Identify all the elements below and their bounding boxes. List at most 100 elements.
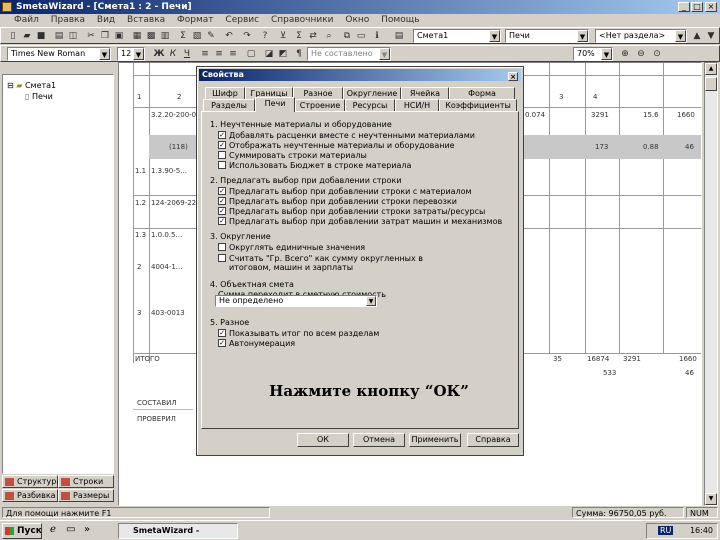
pages-icon[interactable]: ⧉ <box>341 30 353 42</box>
option-choice-costs[interactable]: ✓ Предлагать выбор при добавлении строки … <box>218 207 485 216</box>
vertical-scrollbar[interactable]: ▲ ▼ <box>704 62 718 506</box>
nav-up-icon[interactable]: ▲ <box>691 30 703 42</box>
scroll-up-icon[interactable]: ▲ <box>705 63 717 75</box>
tab-resources[interactable]: Ресурсы <box>345 99 395 111</box>
tab-rounding[interactable]: Округление <box>343 87 401 99</box>
close-icon[interactable]: × <box>508 72 518 81</box>
option-autonumbering[interactable]: ✓ Автонумерация <box>218 339 295 348</box>
checkbox[interactable]: ✓ <box>218 339 226 347</box>
align-right-icon[interactable]: ≡ <box>227 48 239 60</box>
start-button[interactable]: Пуск <box>2 523 42 539</box>
object-estimate-select[interactable]: Не определено ▼ <box>215 295 377 307</box>
style-icon[interactable]: ¶ <box>293 48 305 60</box>
taskbar-app-button[interactable]: SmetaWizard - [Смет... <box>118 523 238 539</box>
borders-icon[interactable]: ▢ <box>245 48 257 60</box>
estimate-select[interactable]: Смета1 ▼ <box>413 29 501 43</box>
checkbox[interactable]: ✓ <box>218 329 226 337</box>
checkbox[interactable]: ✓ <box>218 197 226 205</box>
font-size-select[interactable]: 12 ▼ <box>117 47 145 61</box>
ie-icon[interactable]: ℯ <box>50 524 56 535</box>
italic-icon[interactable]: К <box>167 48 179 60</box>
tab-cell[interactable]: Ячейка <box>401 87 449 99</box>
option-sum-materials[interactable]: Суммировать строки материалы <box>218 151 367 160</box>
tab-form[interactable]: Форма <box>449 87 515 99</box>
title-bar[interactable]: SmetaWizard - [Смета1 : 2 - Печи] <box>0 0 720 14</box>
tab-cipher[interactable]: Шифр <box>205 87 245 99</box>
bold-sigma-icon[interactable]: Σ <box>293 30 305 42</box>
tree-root[interactable]: ⊟ ▰ Смета1 <box>7 81 56 91</box>
option-total-rounded[interactable]: Считать "Гр. Всего" как сумму округленны… <box>218 254 438 272</box>
tree-item-pechi[interactable]: ▯ Печи <box>25 92 53 102</box>
tab-nsi[interactable]: НСИ/Н <box>395 99 439 111</box>
tab-coefficients[interactable]: Коэффициенты <box>439 99 517 111</box>
menu-window[interactable]: Окно <box>345 15 369 25</box>
menu-service[interactable]: Сервис <box>225 15 259 25</box>
minimize-icon[interactable]: _ <box>678 2 690 12</box>
tab-pechi[interactable]: Печи <box>255 97 295 112</box>
cancel-button[interactable]: Отмена <box>353 433 405 447</box>
chevron-down-icon[interactable]: ▼ <box>601 48 612 60</box>
align-left-icon[interactable]: ≡ <box>199 48 211 60</box>
sum-icon[interactable]: Σ <box>177 30 189 42</box>
tab-breakdown[interactable]: Разбивка <box>2 489 58 502</box>
info-icon[interactable]: ℹ <box>371 30 383 42</box>
help-button[interactable]: Справка <box>467 433 519 447</box>
section-select[interactable]: Печи ▼ <box>505 29 589 43</box>
open-folder-icon[interactable]: ▰ <box>21 30 33 42</box>
zoom-select[interactable]: 70% ▼ <box>573 47 613 61</box>
tab-rows[interactable]: Строки <box>58 475 114 488</box>
menu-references[interactable]: Справочники <box>271 15 334 25</box>
chevron-down-icon[interactable]: ▼ <box>99 48 110 60</box>
new-file-icon[interactable]: ▯ <box>7 30 19 42</box>
menu-help[interactable]: Помощь <box>381 15 419 25</box>
ok-button[interactable]: ОК <box>297 433 349 447</box>
option-round-unit[interactable]: Округлять единичные значения <box>218 243 365 252</box>
checkbox[interactable] <box>218 254 226 262</box>
cut-icon[interactable]: ✂ <box>85 30 97 42</box>
save-icon[interactable]: ■ <box>35 30 47 42</box>
collapse-icon[interactable]: ⊟ <box>7 81 14 90</box>
menu-view[interactable]: Вид <box>97 15 115 25</box>
bold-icon[interactable]: Ж <box>153 48 165 60</box>
font-select[interactable]: Times New Roman ▼ <box>7 47 111 61</box>
chevron-down-icon[interactable]: ▼ <box>366 296 376 306</box>
redo-icon[interactable]: ↷ <box>241 30 253 42</box>
checkbox[interactable]: ✓ <box>218 187 226 195</box>
print-icon[interactable]: ▤ <box>53 30 65 42</box>
checkbox[interactable]: ✓ <box>218 207 226 215</box>
checkbox[interactable] <box>218 243 226 251</box>
tab-misc[interactable]: Разное <box>293 87 343 99</box>
menu-edit[interactable]: Правка <box>51 15 85 25</box>
estimate-icon[interactable]: ▤ <box>393 30 405 42</box>
option-choice-material[interactable]: ✓ Предлагать выбор при добавлении строки … <box>218 187 472 196</box>
chevron-down-icon[interactable]: ▼ <box>489 30 500 42</box>
tab-sections[interactable]: Разделы <box>203 99 255 111</box>
apply-button[interactable]: Применить <box>409 433 461 447</box>
menu-file[interactable]: Файл <box>14 15 39 25</box>
close-icon[interactable]: × <box>705 2 717 12</box>
option-choice-machines[interactable]: ✓ Предлагать выбор при добавлении затрат … <box>218 217 502 226</box>
more-icon[interactable]: » <box>84 524 90 535</box>
zoom-out-icon[interactable]: ⊖ <box>635 48 647 60</box>
option-show-materials[interactable]: ✓ Отображать неучтенные материалы и обору… <box>218 141 455 150</box>
structure-tree[interactable]: ⊟ ▰ Смета1 ▯ Печи <box>2 74 114 474</box>
option-add-with-materials[interactable]: ✓ Добавлять расценки вместе с неучтенными… <box>218 131 475 140</box>
paste-icon[interactable]: ▣ <box>113 30 125 42</box>
copy-icon[interactable]: ❐ <box>99 30 111 42</box>
window-icon[interactable]: ▭ <box>355 30 367 42</box>
checkbox[interactable]: ✓ <box>218 131 226 139</box>
desktop-icon[interactable]: ▭ <box>66 524 75 535</box>
language-indicator[interactable]: RU <box>657 526 674 535</box>
nav-down-icon[interactable]: ▼ <box>705 30 717 42</box>
zoom-page-icon[interactable]: ⊙ <box>651 48 663 60</box>
checkbox[interactable]: ✓ <box>218 217 226 225</box>
subsection-select[interactable]: <Нет раздела> ▼ <box>595 29 687 43</box>
menu-format[interactable]: Формат <box>177 15 214 25</box>
fill-icon[interactable]: ◩ <box>277 48 289 60</box>
chevron-down-icon[interactable]: ▼ <box>577 30 588 42</box>
chevron-down-icon[interactable]: ▼ <box>133 48 144 60</box>
option-use-budget[interactable]: Использовать Бюджет в строке материала <box>218 161 411 170</box>
help-icon[interactable]: ? <box>259 30 271 42</box>
arrows-icon[interactable]: ⇄ <box>307 30 319 42</box>
tab-structure[interactable]: Строение <box>295 99 345 111</box>
